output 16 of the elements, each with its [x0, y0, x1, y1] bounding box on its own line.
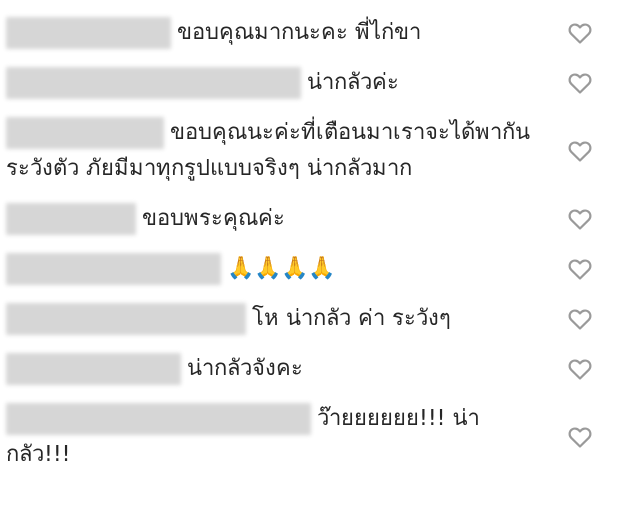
heart-icon[interactable] [568, 22, 592, 44]
heart-icon[interactable] [568, 140, 592, 162]
heart-icon[interactable] [568, 208, 592, 230]
heart-icon[interactable] [568, 308, 592, 330]
heart-icon[interactable] [568, 72, 592, 94]
heart-icon[interactable] [568, 358, 592, 380]
comment-text: โห น่ากลัว ค่า ระวังๆ [0, 301, 535, 337]
comment-text: ขอบคุณนะค่ะที่เตือนมาเราจะได้พากันระวังตัว ภัยมีมาทุกรูปแบบจริงๆ น่ากลัวมาก [0, 115, 535, 187]
comment-text: 🙏🙏🙏🙏 [0, 251, 535, 287]
heart-icon[interactable] [568, 426, 592, 448]
comment-text: ขอบคุณมากนะคะ พี่ไก่ขา [0, 15, 535, 51]
heart-icon[interactable] [568, 258, 592, 280]
comment-text: ว๊ายยยยยย!!! น่ากลัว!!! [0, 401, 535, 473]
comment-text: ขอบพระคุณค่ะ [0, 201, 535, 237]
comment-text: น่ากลัวค่ะ [0, 65, 535, 101]
comment-text: น่ากลัวจังคะ [0, 351, 535, 387]
